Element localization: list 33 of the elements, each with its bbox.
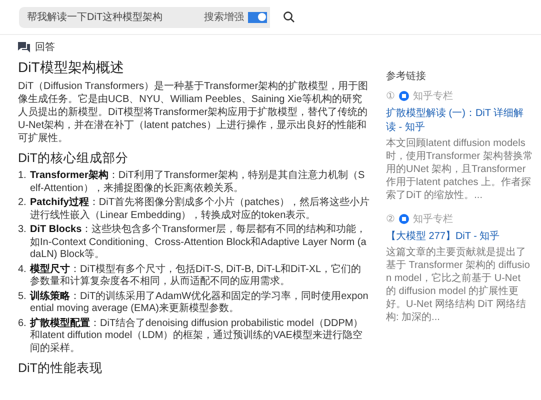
reference-number: ② [386, 214, 395, 224]
list-item-text: Patchify过程：DiT首先将图像分割成多个小片（patches），然后将这些小片进行线性嵌入（Linear Embedding），转换成对应的token表示。 [30, 197, 370, 222]
reference-snippet: 这篇文章的主要贡献就是提出了基于 Transformer 架构的 diffusion model，它比之前基于 U-Net 的 diffusion model 的扩展性更好。U-Net 网络结构 DiT 网络结构: 加深的... [386, 246, 531, 324]
search-icon [282, 11, 294, 23]
source-name: 知乎专栏 [412, 90, 453, 103]
list-item-text: 训练策略：DiT的训练采用了AdamW优化器和固定的学习率，同时使用exponential moving average (EMA)来更新模型参数。 [30, 290, 370, 316]
references-heading: 参考链接 [386, 70, 427, 83]
intro-paragraph: DiT（Diffusion Transformers）是一种基于Transformer架构的扩散模型，用于图像生成任务。它是由UCB、NYU、William Peebles、Saining Xie等机构的研究人员提出的新模型。DiT模型将Transformer架构应用于扩散模型，替代了传统的U-Net架构，并在潜在补丁（latent patches）上进行操作，显示出良好的性能和可扩展性。 [18, 80, 370, 145]
list-number: 6. [18, 318, 28, 330]
reference-snippet: 本文回顾latent diffusion models 时，使用Transformer 架构替换常用的UNet 架构，且Transformer 作用于latent patches 上。作者探索了DiT 的缩放性。... [386, 137, 533, 202]
source-logo-icon [398, 91, 409, 101]
source-name: 知乎专栏 [412, 212, 453, 226]
list-number: 1. [18, 170, 28, 183]
list-item-text: Transformer架构：DiT利用了Transformer架构，特别是其自注意力机制（Self-Attention），来捕捉图像的长距离依赖关系。 [30, 170, 366, 195]
enhance-toggle[interactable] [246, 6, 270, 28]
answer-label: 回答 [35, 41, 55, 54]
list-number: 4. [18, 264, 28, 276]
reference-link[interactable]: 【大模型 277】DiT - 知乎 [386, 229, 533, 243]
enhance-label: 搜索增强 [204, 6, 246, 28]
search-field[interactable]: 帮我解读一下DiT这种模型架构 [19, 6, 204, 28]
list-item-text: DiT Blocks：这些块包含多个Transformer层，每层都有不同的结构和功能，如In-Context Conditioning、Cross-Attention Block和Adaptive Layer Norm (adaLN) Block等。 [30, 224, 368, 262]
reference-link[interactable]: 扩散模型解读 (一)：DiT 详细解读 - 知乎 [386, 106, 533, 134]
article-title: DiT模型架构概述 [18, 59, 125, 77]
list-item-text: 扩散模型配置：DiT结合了denoising diffusion probabilistic model（DDPM）和latent diffution model（LDM）的框架，通过预训练的VAE模型来进行隐空间的采样。 [30, 318, 364, 355]
list-number: 3. [18, 224, 28, 237]
source-logo-icon [398, 214, 409, 224]
chat-bubbles-icon [18, 42, 30, 52]
list-item-text: 模型尺寸：DiT模型有多个尺寸，包括DiT-S, DiT-B, DiT-L和DiT-XL，它们的参数量和计算复杂度各不相同，从而适配不同的应用需求。 [30, 264, 362, 288]
list-number: 2. [18, 197, 28, 210]
section-heading: DiT的性能表现 [18, 360, 104, 377]
reference-number: ① [386, 90, 395, 102]
section-heading: DiT的核心组成部分 [18, 150, 130, 167]
list-number: 5. [18, 290, 28, 304]
